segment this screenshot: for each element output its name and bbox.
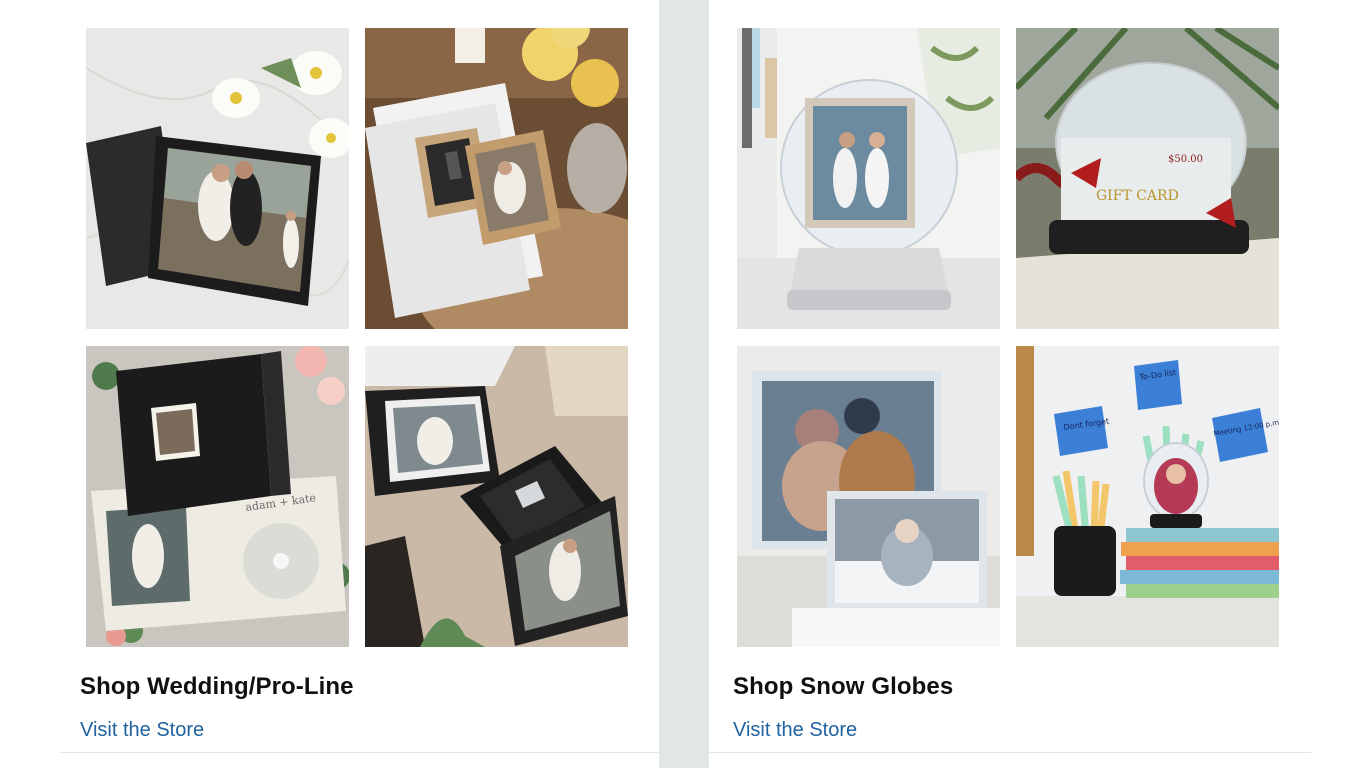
card-title: Shop Wedding/Pro-Line (80, 673, 354, 700)
product-image-gift-card-globe[interactable]: GIFT CARD $50.00 (1016, 28, 1279, 329)
card-snow-globes: GIFT CARD $50.00 Dont forget To-Do list … (709, 0, 1311, 753)
gift-card-price: $50.00 (1168, 154, 1203, 165)
visit-store-link[interactable]: Visit the Store (80, 719, 204, 742)
sticky-note (1054, 406, 1108, 456)
product-image-wedding-case[interactable] (86, 28, 349, 329)
product-image-wedding-album-folio[interactable]: adam + kate (86, 346, 349, 647)
card-gutter (659, 0, 709, 768)
product-image-wooden-usb-box[interactable] (365, 28, 628, 329)
product-image-photo-snow-globe[interactable] (737, 28, 1000, 329)
product-image-snow-globe-frames[interactable] (737, 346, 1000, 647)
visit-store-link[interactable]: Visit the Store (733, 719, 857, 742)
card-title: Shop Snow Globes (733, 673, 954, 700)
gift-card-text: GIFT CARD (1096, 188, 1179, 204)
card-wedding-pro-line: adam + kate Shop Wedding/Pro-Line Visit … (60, 0, 659, 753)
product-image-black-photo-boxes[interactable] (365, 346, 628, 647)
page: adam + kate Shop Wedding/Pro-Line Visit … (0, 0, 1366, 768)
product-image-pen-holder-globe[interactable]: Dont forget To-Do list Meeting 12:00 p.m… (1016, 346, 1279, 647)
